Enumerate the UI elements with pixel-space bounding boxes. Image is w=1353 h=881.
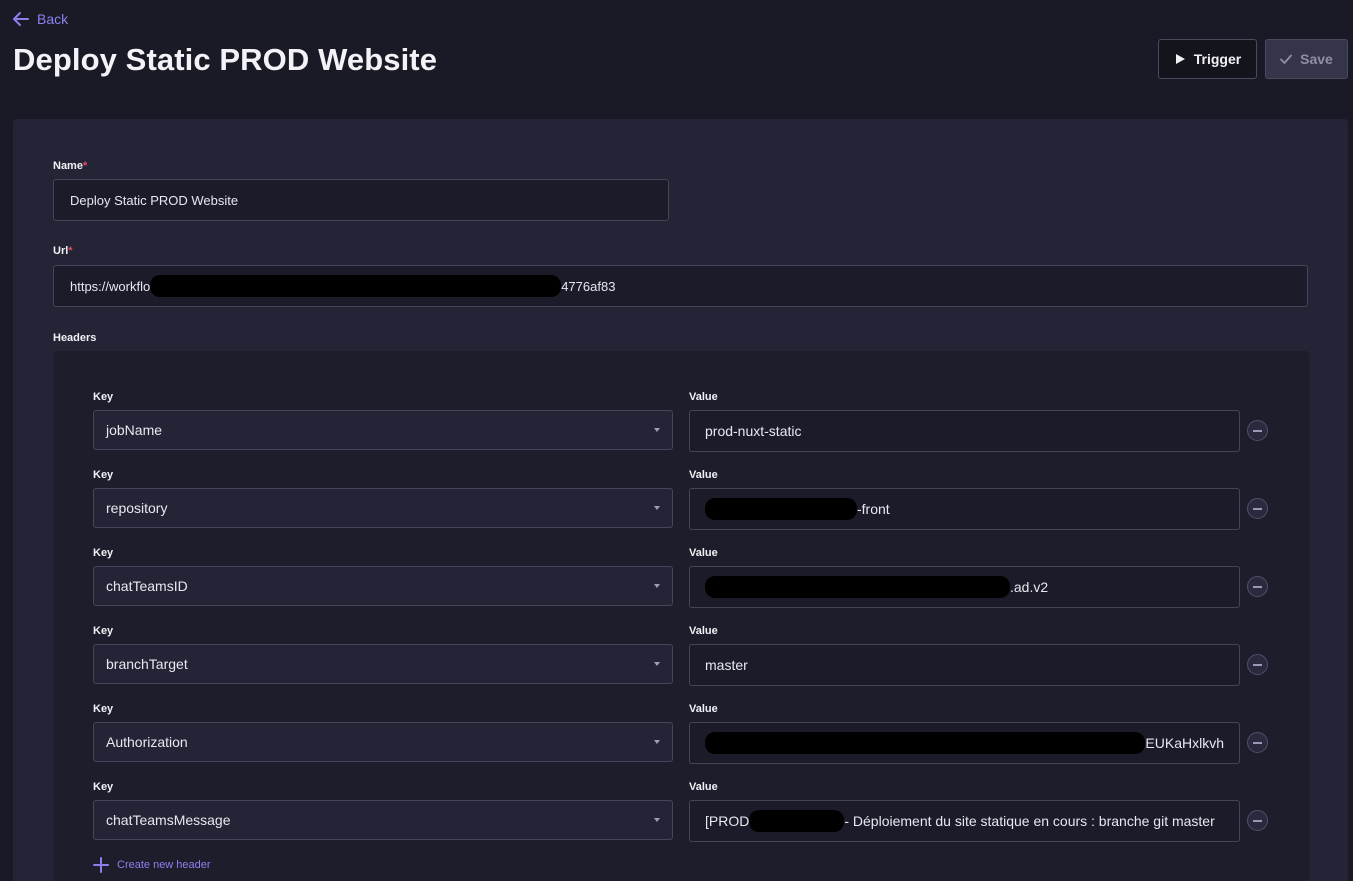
caret-down-icon xyxy=(654,584,660,588)
redaction-mark xyxy=(705,576,1010,598)
value-field[interactable]: -front xyxy=(689,488,1240,530)
value-text-prefix: master xyxy=(705,657,748,673)
back-link[interactable]: Back xyxy=(12,10,68,28)
key-select[interactable]: repository xyxy=(93,488,673,528)
remove-header-button[interactable] xyxy=(1247,810,1268,831)
minus-icon xyxy=(1253,741,1262,744)
value-label: Value xyxy=(689,625,718,637)
create-header-button[interactable]: Create new header xyxy=(93,857,211,873)
key-select-value: Authorization xyxy=(106,734,188,750)
key-select-value: jobName xyxy=(106,422,163,438)
caret-down-icon xyxy=(654,740,660,744)
headers-panel: Key Value jobName prod-nuxt-static Key V… xyxy=(53,351,1309,881)
url-value-prefix: https://workflo xyxy=(70,278,151,294)
required-mark: * xyxy=(68,245,73,257)
headers-label: Headers xyxy=(53,332,97,344)
url-field[interactable]: https://workflo 4776af83 xyxy=(53,265,1308,307)
arrow-left-icon xyxy=(13,12,29,26)
key-select[interactable]: Authorization xyxy=(93,722,673,762)
play-icon xyxy=(1175,54,1185,64)
value-text-prefix: [PROD xyxy=(705,813,750,829)
name-label: Name* xyxy=(53,160,88,172)
value-field[interactable]: EUKaHxlkvh xyxy=(689,722,1240,764)
redaction-mark xyxy=(749,810,845,832)
name-field[interactable]: Deploy Static PROD Website xyxy=(53,179,669,221)
caret-down-icon xyxy=(654,506,660,510)
key-select[interactable]: chatTeamsID xyxy=(93,566,673,606)
key-label: Key xyxy=(93,547,114,559)
back-label: Back xyxy=(37,11,69,27)
url-label: Url* xyxy=(53,245,73,257)
minus-icon xyxy=(1253,429,1262,432)
key-select[interactable]: branchTarget xyxy=(93,644,673,684)
header-row: Key Value branchTarget master xyxy=(53,625,1309,697)
key-select[interactable]: jobName xyxy=(93,410,673,450)
key-label: Key xyxy=(93,781,114,793)
remove-header-button[interactable] xyxy=(1247,654,1268,675)
value-field[interactable]: [PROD - Déploiement du site statique en … xyxy=(689,800,1240,842)
minus-icon xyxy=(1253,819,1262,822)
redaction-mark xyxy=(705,732,1146,754)
key-label: Key xyxy=(93,625,114,637)
redaction-mark xyxy=(705,498,857,520)
value-text-suffix: -front xyxy=(857,501,890,517)
form-card: Name* Deploy Static PROD Website Url* ht… xyxy=(13,119,1348,881)
value-label: Value xyxy=(689,547,718,559)
key-select-value: repository xyxy=(106,500,168,516)
value-field[interactable]: prod-nuxt-static xyxy=(689,410,1240,452)
minus-icon xyxy=(1253,507,1262,510)
remove-header-button[interactable] xyxy=(1247,498,1268,519)
value-text-suffix: .ad.v2 xyxy=(1010,579,1049,595)
value-text-suffix: - Déploiement du site statique en cours … xyxy=(844,813,1215,829)
key-label: Key xyxy=(93,703,114,715)
save-label: Save xyxy=(1300,51,1333,67)
page-title: Deploy Static PROD Website xyxy=(13,42,438,77)
name-value: Deploy Static PROD Website xyxy=(70,192,239,208)
save-button[interactable]: Save xyxy=(1265,39,1348,79)
value-field[interactable]: master xyxy=(689,644,1240,686)
plus-icon xyxy=(93,857,109,873)
minus-icon xyxy=(1253,585,1262,588)
remove-header-button[interactable] xyxy=(1247,576,1268,597)
key-label: Key xyxy=(93,391,114,403)
remove-header-button[interactable] xyxy=(1247,420,1268,441)
header-row: Key Value Authorization EUKaHxlkvh xyxy=(53,703,1309,775)
header-row: Key Value chatTeamsID .ad.v2 xyxy=(53,547,1309,619)
trigger-button[interactable]: Trigger xyxy=(1158,39,1257,79)
value-label: Value xyxy=(689,469,718,481)
url-value-suffix: 4776af83 xyxy=(561,278,616,294)
minus-icon xyxy=(1253,663,1262,666)
check-icon xyxy=(1280,54,1293,64)
caret-down-icon xyxy=(654,662,660,666)
create-header-label: Create new header xyxy=(117,859,211,871)
caret-down-icon xyxy=(654,428,660,432)
header-row: Key Value repository -front xyxy=(53,469,1309,541)
key-select-value: branchTarget xyxy=(106,656,188,672)
trigger-label: Trigger xyxy=(1193,51,1242,67)
value-label: Value xyxy=(689,391,718,403)
value-label: Value xyxy=(689,703,718,715)
key-select-value: chatTeamsID xyxy=(106,578,188,594)
redaction-mark xyxy=(150,275,562,297)
key-label: Key xyxy=(93,469,114,481)
value-text-prefix: prod-nuxt-static xyxy=(705,423,802,439)
key-select-value: chatTeamsMessage xyxy=(106,812,231,828)
value-field[interactable]: .ad.v2 xyxy=(689,566,1240,608)
header-row: Key Value chatTeamsMessage [PROD - Déplo… xyxy=(53,781,1309,853)
caret-down-icon xyxy=(654,818,660,822)
required-mark: * xyxy=(82,160,88,172)
remove-header-button[interactable] xyxy=(1247,732,1268,753)
value-label: Value xyxy=(689,781,718,793)
header-row: Key Value jobName prod-nuxt-static xyxy=(53,391,1309,463)
key-select[interactable]: chatTeamsMessage xyxy=(93,800,673,840)
value-text-suffix: EUKaHxlkvh xyxy=(1145,735,1224,751)
